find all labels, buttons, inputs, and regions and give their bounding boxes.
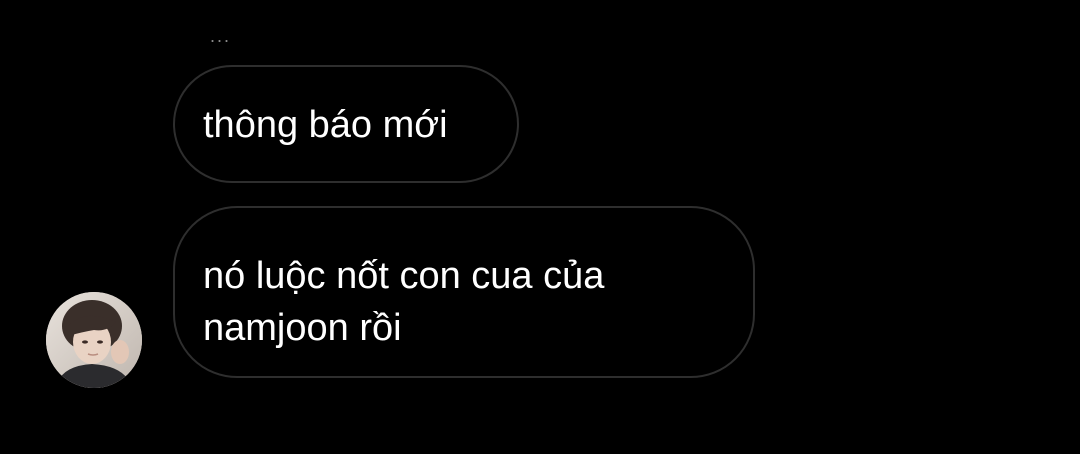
avatar-photo-icon [46,292,142,388]
message-bubble[interactable]: thông báo mới [173,65,519,183]
sender-avatar[interactable] [46,292,142,388]
message-bubble[interactable]: nó luộc nốt con cua của namjoon rồi [173,206,755,378]
message-text: nó luộc nốt con cua của namjoon rồi [203,255,605,349]
message-text: thông báo mới [203,104,448,146]
more-indicator: ... [210,26,232,46]
